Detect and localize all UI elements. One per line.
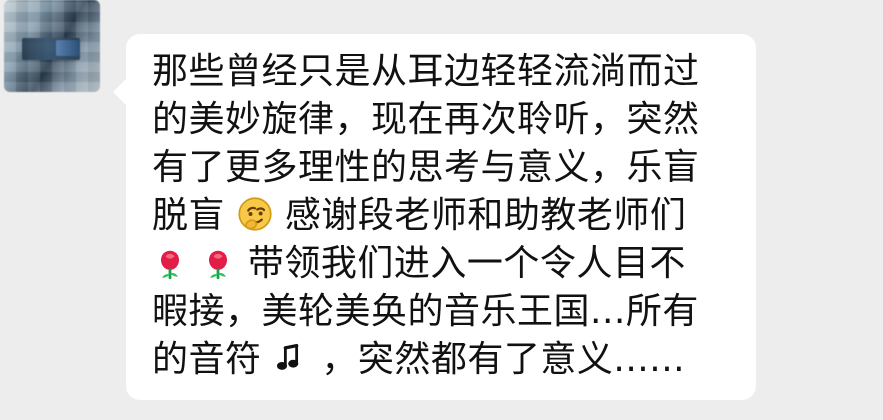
message-line: 那些曾经只是从耳边轻轻流淌而过 (152, 48, 742, 96)
message-text-segment: 的音符 (152, 339, 262, 380)
message-text-segment: 脱盲 (152, 195, 226, 236)
message-text-segment: 带领我们进入一个令人目不 (247, 243, 686, 284)
message-text-segment: 有了更多理性的思考与意义，乐盲 (152, 147, 700, 188)
message-line: 的美妙旋律，现在再次聆听，突然 (152, 96, 742, 144)
message-text: 那些曾经只是从耳边轻轻流淌而过 的美妙旋律，现在再次聆听，突然 有了更多理性的思… (152, 48, 742, 384)
message-text-segment: 感谢段老师和助教老师们 (284, 195, 687, 236)
message-text-segment: 的美妙旋律，现在再次聆听，突然 (152, 99, 700, 140)
message-line: 有了更多理性的思考与意义，乐盲 (152, 144, 742, 192)
message-line: 脱盲 感谢段老师和助教老师们 (152, 192, 742, 240)
sender-name (120, 0, 190, 16)
music-notes-icon (273, 340, 309, 376)
rose-icon (200, 244, 236, 280)
bubble-tail (113, 78, 127, 106)
chat-message-bubble[interactable]: 那些曾经只是从耳边轻轻流淌而过 的美妙旋律，现在再次聆听，突然 有了更多理性的思… (113, 34, 756, 400)
message-line: 暇接，美轮美奂的音乐王国...所有 (152, 288, 742, 336)
message-text-segment: 暇接，美轮美奂的音乐王国...所有 (152, 291, 699, 332)
message-text-segment: 那些曾经只是从耳边轻轻流淌而过 (152, 51, 700, 92)
thinking-face-icon (237, 196, 273, 232)
message-text-segment: ，突然都有了意义...... (321, 339, 686, 380)
rose-icon (152, 244, 188, 280)
avatar[interactable] (4, 0, 100, 92)
message-line: 的音符 ，突然都有了意义...... (152, 336, 742, 384)
message-line: 带领我们进入一个令人目不 (152, 240, 742, 288)
